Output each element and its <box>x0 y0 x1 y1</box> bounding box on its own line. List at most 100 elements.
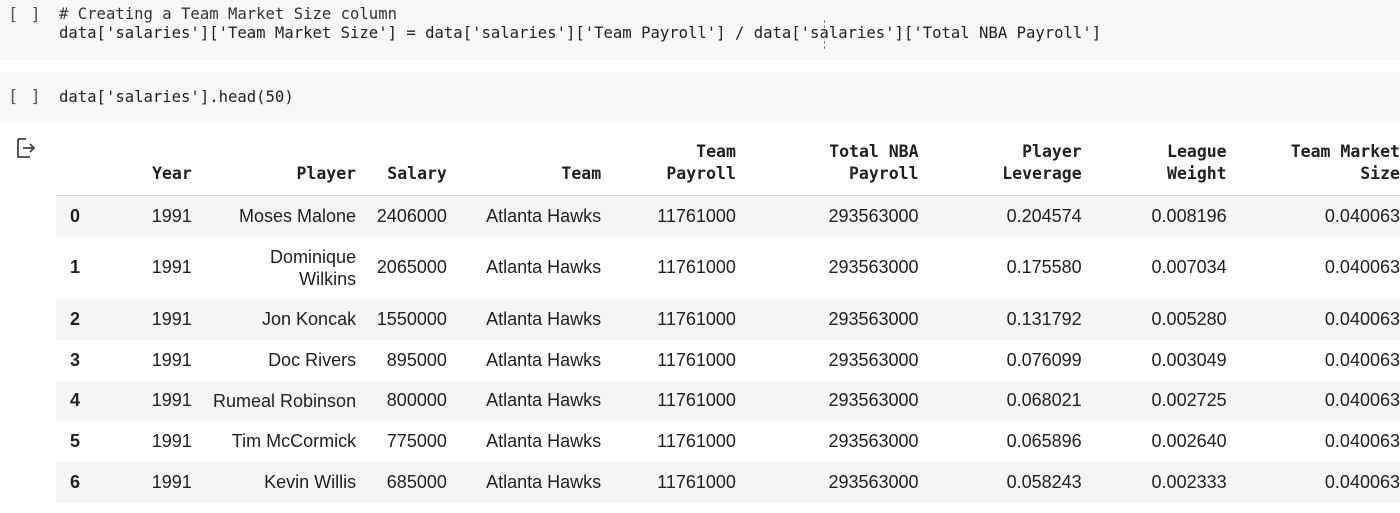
table-cell: Dominique Wilkins <box>270 246 357 289</box>
row-index: 0 <box>70 205 81 226</box>
column-header: Player <box>191 137 357 196</box>
table-row: 3 1991 Doc Rivers 895000 Atlanta Hawks 117610… <box>56 340 1400 381</box>
table-cell: 11761000 <box>657 205 736 226</box>
code-line: # Creating a Team Market Size column <box>59 5 397 23</box>
table-cell: 0.040063 <box>1324 390 1400 410</box>
table-cell: Atlanta Hawks <box>486 349 602 370</box>
table-cell: 0.065896 <box>1006 430 1082 451</box>
table-cell: 293563000 <box>828 257 919 277</box>
table-row: 5 1991 Tim McCormick 775000 Atlanta Hawks 117… <box>56 421 1400 462</box>
table-cell: 0.008196 <box>1151 205 1227 226</box>
table-cell: Atlanta Hawks <box>486 471 602 492</box>
table-cell: 800000 <box>386 390 447 410</box>
table-cell: Rumeal Robinson <box>213 390 357 411</box>
index-header <box>56 137 105 196</box>
table-cell: 1550000 <box>376 308 447 329</box>
table-cell: Atlanta Hawks <box>486 205 602 226</box>
table-cell: 293563000 <box>828 390 919 410</box>
table-cell: 0.003049 <box>1151 349 1227 370</box>
table-row: 4 1991 Rumeal Robinson 800000 Atlanta Hawks 1… <box>56 380 1400 421</box>
code-cell-2[interactable]: [ ] data['salaries'].head(50) <box>0 72 1400 122</box>
table-cell: 0.131792 <box>1006 308 1082 329</box>
table-cell: 293563000 <box>828 308 919 329</box>
table-cell: 0.040063 <box>1324 349 1400 370</box>
row-index: 3 <box>70 349 81 370</box>
table-cell: 0.002725 <box>1151 390 1227 410</box>
run-cell-button[interactable]: [ ] <box>8 87 42 107</box>
row-index: 4 <box>70 390 81 410</box>
table-cell: 2065000 <box>376 257 447 277</box>
code-line: data['salaries']['Team Market Size'] = d… <box>59 24 1102 42</box>
table-cell: Moses Malone <box>239 206 357 227</box>
column-header: Year <box>104 137 192 196</box>
table-header-row: Year Player Salary Team Team Payroll Tota… <box>56 137 1400 196</box>
table-cell: 293563000 <box>828 430 919 451</box>
code-editor[interactable]: # Creating a Team Market Size column dat… <box>59 5 1101 43</box>
table-cell: 1991 <box>151 390 192 410</box>
table-cell: 11761000 <box>657 390 736 410</box>
table-cell: 293563000 <box>828 471 919 492</box>
table-cell: 895000 <box>386 349 447 370</box>
text-cursor <box>824 20 825 49</box>
table-cell: 685000 <box>386 471 447 492</box>
column-header: Team <box>446 137 602 196</box>
table-cell: 293563000 <box>828 349 919 370</box>
table-cell: 0.040063 <box>1324 430 1400 451</box>
code-editor[interactable]: data['salaries'].head(50) <box>59 88 294 107</box>
table-cell: 0.175580 <box>1006 257 1082 277</box>
table-row: 0 1991 Moses Malone 2406000 Atlanta Hawks 117… <box>56 195 1400 237</box>
table-cell: Kevin Willis <box>264 472 357 492</box>
table-cell: 0.007034 <box>1151 257 1227 277</box>
row-index: 1 <box>70 257 81 277</box>
row-index: 6 <box>70 471 81 492</box>
dataframe-table: Year Player Salary Team Team Payroll Tota… <box>56 137 1400 503</box>
row-index: 2 <box>70 308 81 329</box>
run-cell-button[interactable]: [ ] <box>8 5 42 25</box>
table-cell: 0.068021 <box>1006 390 1082 410</box>
table-cell: Atlanta Hawks <box>486 308 602 329</box>
column-header: Team Payroll <box>601 137 736 196</box>
row-index: 5 <box>70 430 81 451</box>
table-cell: 293563000 <box>828 205 919 226</box>
table-cell: 11761000 <box>657 430 736 451</box>
table-cell: Atlanta Hawks <box>486 430 602 451</box>
table-cell: Atlanta Hawks <box>486 390 602 410</box>
table-row: 6 1991 Kevin Willis 685000 Atlanta Hawks 1176… <box>56 461 1400 503</box>
table-cell: 1991 <box>151 349 192 370</box>
column-header: Player Leverage <box>918 137 1082 196</box>
table-cell: 1991 <box>151 205 192 226</box>
table-cell: 0.002333 <box>1151 471 1227 492</box>
column-header: League Weight <box>1081 137 1227 196</box>
table-cell: Jon Koncak <box>262 309 357 329</box>
code-line: data['salaries'].head(50) <box>59 88 294 106</box>
table-cell: 0.058243 <box>1006 471 1082 492</box>
table-cell: 0.076099 <box>1006 349 1082 370</box>
table-cell: Tim McCormick <box>231 431 357 451</box>
table-cell: 0.040063 <box>1324 257 1400 277</box>
table-cell: 11761000 <box>657 471 736 492</box>
table-cell: 1991 <box>151 308 192 329</box>
table-row: 2 1991 Jon Koncak 1550000 Atlanta Hawks 11761… <box>56 298 1400 340</box>
table-cell: 11761000 <box>657 257 736 277</box>
column-header: Salary <box>356 137 447 196</box>
table-cell: 0.040063 <box>1324 471 1400 492</box>
column-header: Total NBA Payroll <box>735 137 919 196</box>
output-arrow-icon[interactable] <box>14 137 36 159</box>
table-cell: 1991 <box>151 257 192 277</box>
table-row: 1 1991 Dominique Wilkins 2065000 Atlanta Hawk… <box>56 237 1400 299</box>
table-cell: 0.204574 <box>1006 205 1082 226</box>
table-cell: 0.002640 <box>1151 430 1227 451</box>
column-header: Team Market Size <box>1226 137 1400 196</box>
table-cell: Atlanta Hawks <box>486 257 602 277</box>
table-cell: 11761000 <box>657 308 736 329</box>
table-cell: 0.040063 <box>1324 308 1400 329</box>
table-cell: 0.005280 <box>1151 308 1227 329</box>
table-cell: 2406000 <box>376 205 447 226</box>
table-cell: 1991 <box>151 430 192 451</box>
table-cell: 775000 <box>386 430 447 451</box>
code-cell-1[interactable]: [ ] # Creating a Team Market Size column… <box>0 0 1400 60</box>
table-cell: 1991 <box>151 471 192 492</box>
table-cell: 0.040063 <box>1324 205 1400 226</box>
table-cell: 11761000 <box>657 349 736 370</box>
table-cell: Doc Rivers <box>268 350 357 370</box>
